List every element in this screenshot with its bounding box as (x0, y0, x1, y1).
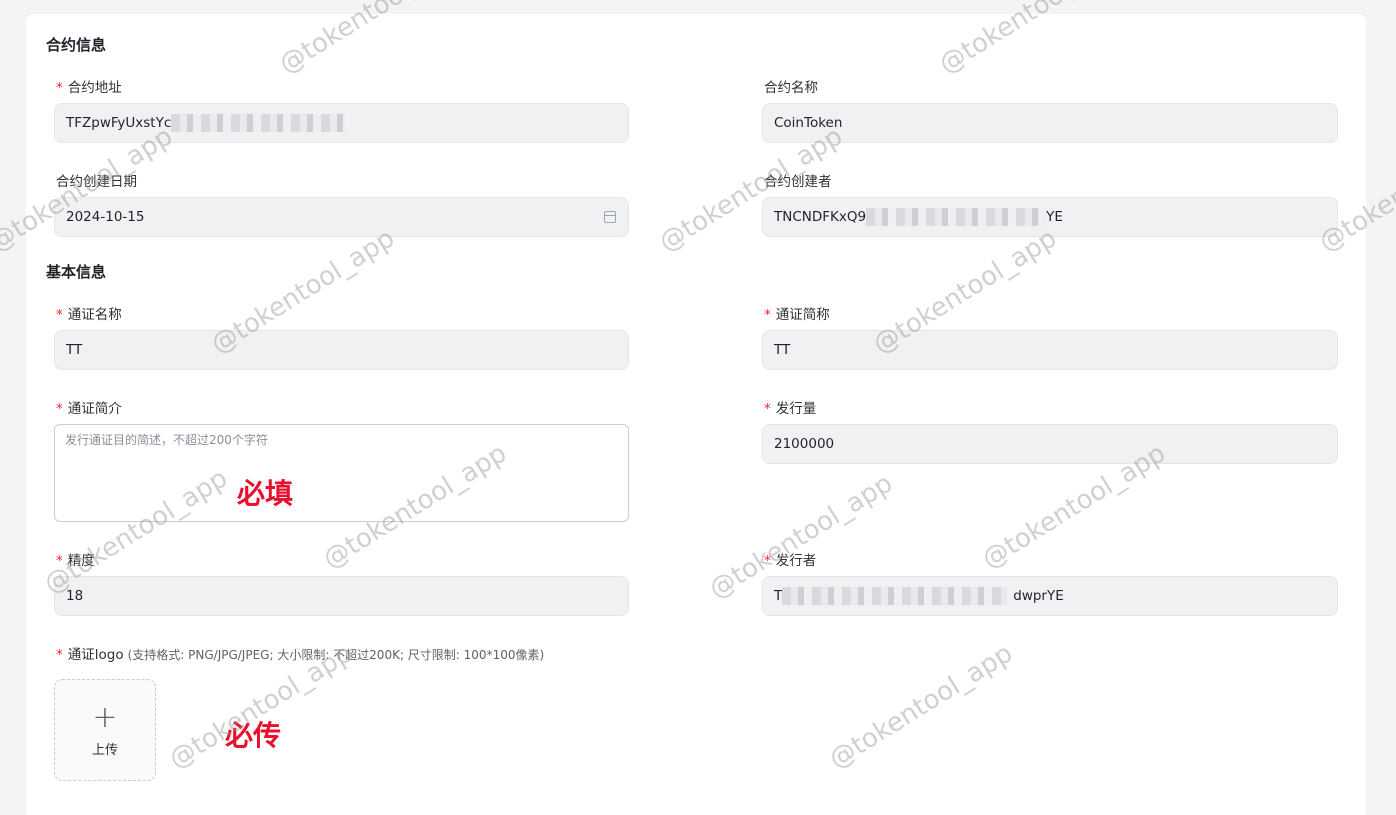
logo-hint: (支持格式: PNG/JPG/JPEG; 大小限制: 不超过200K; 尺寸限制… (127, 648, 545, 662)
token-name-label: * 通证名称 (56, 307, 122, 323)
upload-label: 上传 (91, 742, 118, 758)
redacted-blur (171, 114, 347, 132)
contract-address-field[interactable]: TFZpwFyUxstYc (54, 103, 629, 143)
contract-date-label: 合约创建日期 (56, 174, 137, 190)
decimals-field[interactable]: 18 (54, 576, 629, 616)
contract-name-field[interactable]: CoinToken (762, 103, 1338, 143)
required-fill-note: 必填 (237, 477, 294, 510)
calendar-icon[interactable] (604, 211, 616, 223)
logo-label: * 通证logo (支持格式: PNG/JPG/JPEG; 大小限制: 不超过200… (56, 647, 545, 663)
token-symbol-field[interactable]: TT (762, 330, 1338, 370)
issuer-field[interactable]: T dwprYE (762, 576, 1338, 616)
contract-creator-label: 合约创建者 (764, 174, 832, 190)
redacted-blur (782, 587, 1008, 605)
redacted-blur (866, 208, 1047, 226)
form-card: 合约信息 * 合约地址 TFZpwFyUxstYc 合约名称 CoinToken … (26, 14, 1366, 815)
basic-section-title: 基本信息 (46, 263, 107, 281)
contract-creator-field[interactable]: TNCNDFKxQ9 YE (762, 197, 1338, 237)
plus-icon: + (92, 699, 118, 735)
token-description-textarea[interactable]: 发行通证目的简述，不超过200个字符 (54, 424, 629, 522)
token-description-label: * 通证简介 (56, 401, 122, 417)
contract-address-label: * 合约地址 (56, 80, 122, 96)
decimals-label: * 精度 (56, 553, 95, 569)
logo-upload-button[interactable]: + 上传 (54, 679, 156, 781)
supply-label: * 发行量 (764, 401, 817, 417)
required-upload-note: 必传 (225, 719, 282, 752)
token-name-field[interactable]: TT (54, 330, 629, 370)
contract-section-title: 合约信息 (46, 36, 107, 54)
issuer-label: * 发行者 (764, 553, 817, 569)
contract-name-label: 合约名称 (764, 80, 818, 96)
contract-date-field[interactable]: 2024-10-15 (54, 197, 629, 237)
token-symbol-label: * 通证简称 (764, 307, 830, 323)
supply-field[interactable]: 2100000 (762, 424, 1338, 464)
